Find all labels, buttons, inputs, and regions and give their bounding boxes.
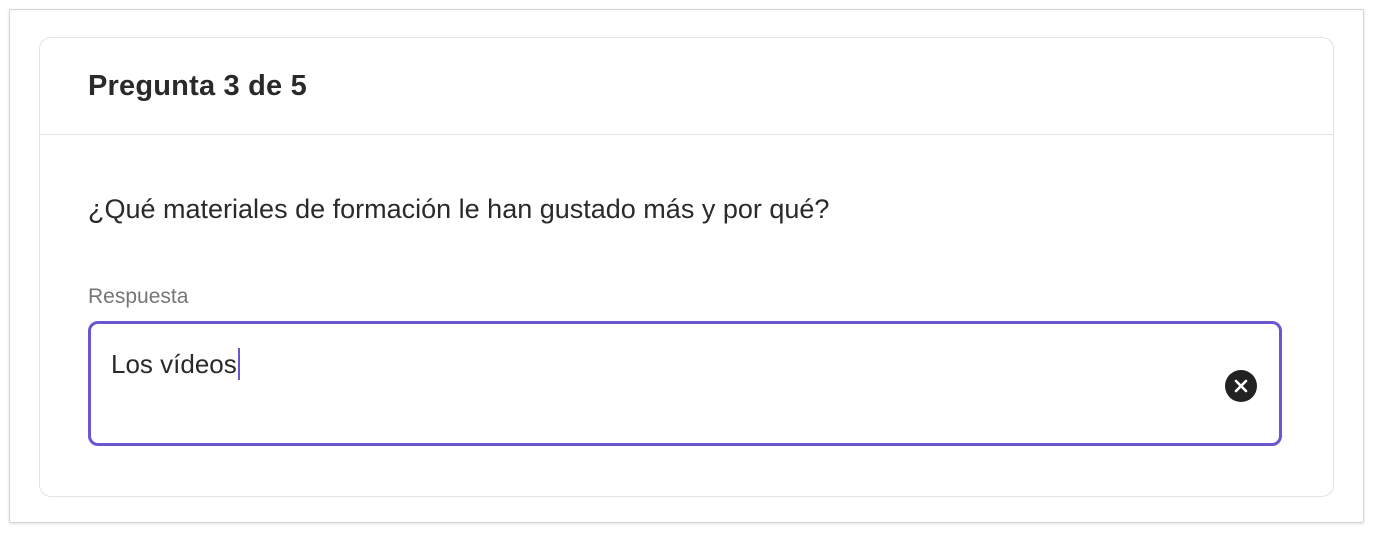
answer-input[interactable]: Los vídeos — [88, 321, 1282, 446]
card-header: Pregunta 3 de 5 — [40, 38, 1333, 135]
answer-label: Respuesta — [88, 285, 189, 308]
clear-answer-button[interactable] — [1225, 370, 1257, 402]
close-circle-icon — [1234, 379, 1248, 393]
answer-input-content[interactable]: Los vídeos — [111, 348, 240, 380]
question-card: Pregunta 3 de 5 ¿Qué materiales de forma… — [39, 37, 1334, 497]
text-caret — [237, 348, 240, 380]
answer-input-value: Los vídeos — [111, 348, 237, 379]
question-text: ¿Qué materiales de formación le han gust… — [88, 194, 830, 224]
question-counter-title: Pregunta 3 de 5 — [88, 69, 307, 102]
window-frame: Pregunta 3 de 5 ¿Qué materiales de forma… — [9, 9, 1364, 523]
